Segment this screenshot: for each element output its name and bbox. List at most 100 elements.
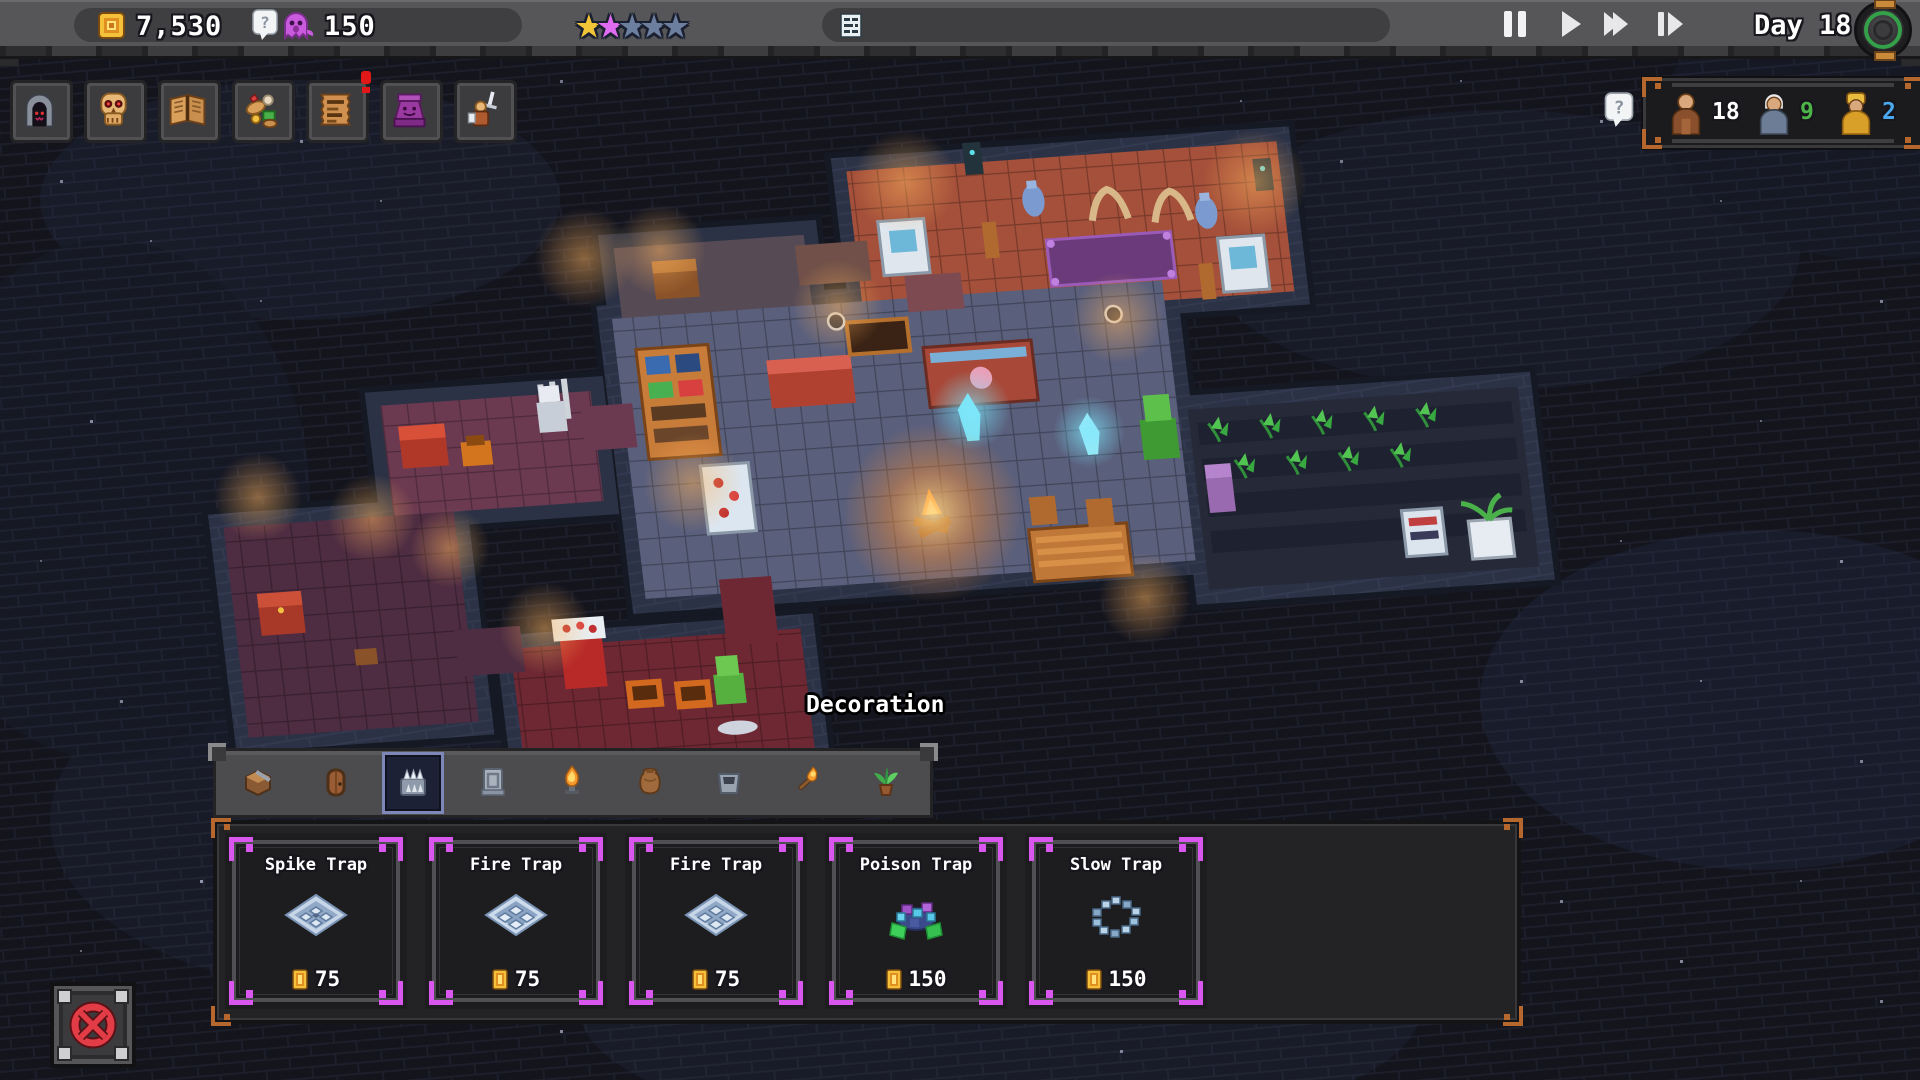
storage-crate-icon (245, 769, 271, 797)
dungeon-gate-button[interactable] (10, 80, 73, 143)
top-bar: 7,530 ? 150 ★★★★★ Day 18 (0, 0, 1920, 59)
help-bubble-icon[interactable]: ? (1604, 92, 1634, 128)
altar-icon (393, 93, 426, 128)
dungeon-gate-icon (25, 93, 54, 128)
tab-door[interactable] (311, 756, 361, 806)
card-fire-trap[interactable]: Fire Trap 75 (625, 833, 807, 1009)
top-bar-trim (0, 46, 1920, 59)
soul-amount: 150 (324, 11, 376, 42)
tab-basin[interactable] (704, 756, 754, 806)
skull-icon (100, 92, 127, 126)
card-poison-trap[interactable]: Poison Trap 150 (825, 833, 1007, 1009)
pause-button[interactable] (1504, 11, 1532, 41)
corner-bracket (629, 837, 653, 861)
orb-core (1873, 20, 1893, 40)
corner-bracket (1904, 129, 1920, 149)
gold-coin-icon (1085, 968, 1102, 990)
corner-bracket (229, 981, 253, 1005)
door-icon (326, 768, 346, 797)
tab-plant[interactable] (861, 756, 911, 806)
spike-trap-icon (284, 893, 348, 937)
cost-value: 150 (908, 967, 947, 991)
journal-icon (169, 94, 206, 126)
noble-count-group: 2 (1836, 89, 1896, 135)
corner-bracket (379, 837, 403, 861)
gold-coin-icon (885, 968, 902, 990)
corner-bracket (1642, 129, 1662, 149)
population-panel: 18 9 2 (1642, 77, 1920, 149)
dungeon-heart-orb-button[interactable] (1854, 0, 1912, 61)
play-button[interactable] (1562, 11, 1581, 41)
corner-bracket (1642, 77, 1662, 97)
day-label: Day 18 (1754, 10, 1852, 41)
corner-bracket (211, 1006, 231, 1026)
heroes-icon (467, 91, 497, 127)
tab-sack[interactable] (625, 756, 675, 806)
corner-bracket (779, 837, 803, 861)
panel-rail (1672, 83, 1894, 87)
journal-button[interactable] (158, 80, 221, 143)
tab-storage[interactable] (233, 756, 283, 806)
tab-spike-trap[interactable] (382, 752, 444, 814)
dungeon-rating: ★★★★★ (575, 0, 690, 49)
gold-coin-icon (692, 968, 708, 990)
noble-count: 2 (1882, 99, 1896, 125)
close-icon (69, 1001, 117, 1049)
corner-bracket (379, 981, 403, 1005)
corner-bracket (979, 981, 1003, 1005)
corner-bracket (1904, 77, 1920, 97)
corner-bracket (829, 981, 853, 1005)
tab-brazier[interactable] (547, 756, 597, 806)
star-empty-icon: ★ (661, 0, 690, 49)
help-bubble-icon[interactable]: ? (252, 9, 278, 41)
elder-icon (1759, 94, 1789, 135)
corner-bracket (579, 981, 603, 1005)
corner-bracket (1503, 818, 1523, 838)
contracts-button[interactable] (306, 71, 371, 143)
svg-text:?: ? (1614, 97, 1625, 118)
card-slow-trap[interactable]: Slow Trap 150 (1025, 833, 1207, 1009)
corner-bracket (1179, 837, 1203, 861)
game-screen: 7,530 ? 150 ★★★★★ Day 18 ? 18 9 2 Decora… (0, 0, 1920, 1080)
tab-tooltip: Decoration (806, 692, 945, 718)
worker-icon (1671, 93, 1701, 135)
currency-display: 7,530 ? 150 (74, 8, 522, 42)
gold-coin-icon (98, 12, 125, 39)
objectives-list-icon (840, 13, 862, 38)
torch-icon (798, 766, 818, 790)
pressure-plate-icon (481, 768, 505, 796)
orb-clasp-top (1874, 0, 1896, 9)
brazier-icon (565, 765, 579, 794)
soul-ghost-icon (284, 12, 314, 41)
resources-icon (245, 93, 278, 129)
panel-rail (1672, 139, 1894, 143)
skip-day-button[interactable] (1658, 12, 1683, 40)
tab-torch[interactable] (782, 756, 832, 806)
objectives-bar[interactable] (822, 8, 1390, 42)
fire-trap-icon (684, 893, 748, 937)
altar-button[interactable] (380, 80, 443, 143)
tab-pressure-plate[interactable] (468, 756, 518, 806)
basin-icon (717, 773, 741, 794)
contracts-icon (319, 93, 352, 126)
poison-trap-icon (889, 902, 943, 940)
monsters-button[interactable] (84, 80, 147, 143)
corner-bracket (579, 837, 603, 861)
fast-forward-button[interactable] (1604, 12, 1628, 40)
card-fire-trap[interactable]: Fire Trap 75 (425, 833, 607, 1009)
heroes-button[interactable] (454, 80, 517, 143)
worker-count: 18 (1712, 99, 1740, 125)
build-menu-tabbar (208, 743, 933, 818)
worker-count-group: 18 (1666, 89, 1740, 135)
close-build-menu-button[interactable] (50, 982, 136, 1068)
plant-icon (874, 767, 898, 796)
cost-value: 150 (1108, 967, 1147, 991)
card-spike-trap[interactable]: Spike Trap 75 (225, 833, 407, 1009)
elder-count: 9 (1800, 99, 1814, 125)
svg-text:?: ? (260, 13, 270, 32)
cost-value: 75 (514, 967, 541, 991)
resources-button[interactable] (232, 80, 295, 143)
corner-bracket (211, 818, 231, 838)
corner-bracket (1029, 837, 1053, 861)
corner-bracket (629, 981, 653, 1005)
